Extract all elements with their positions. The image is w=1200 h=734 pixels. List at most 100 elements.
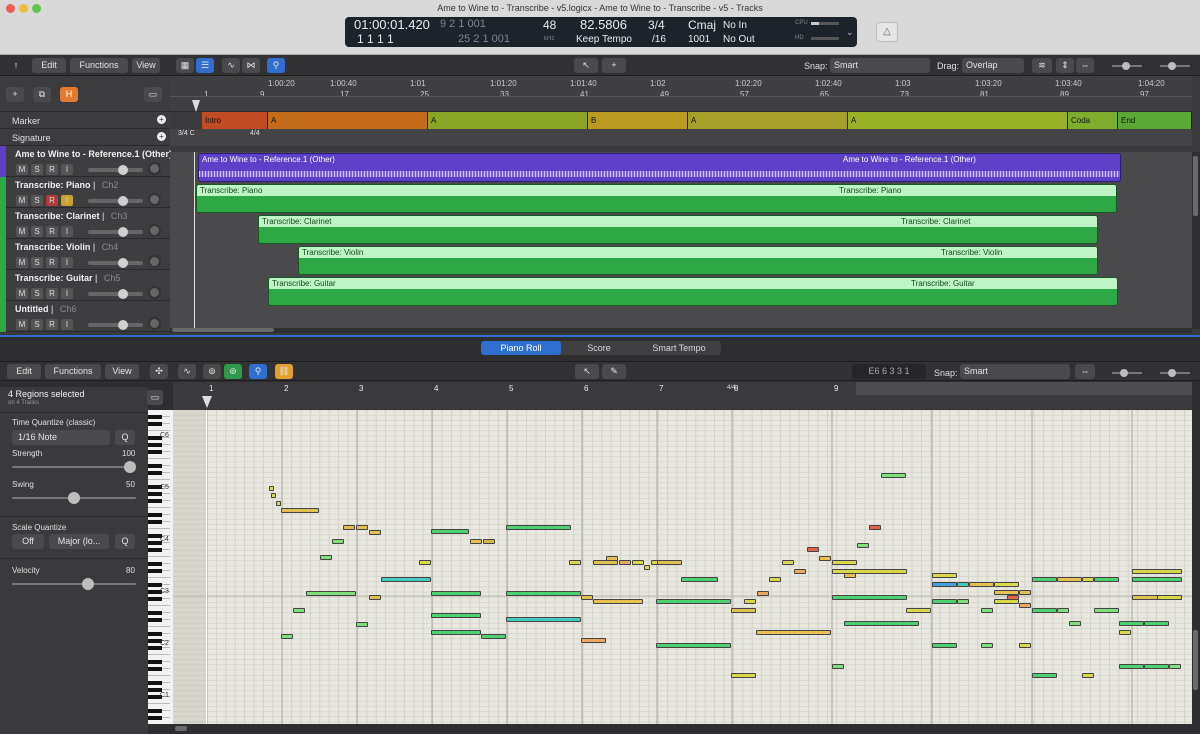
piano-black-key[interactable] (148, 520, 162, 524)
tab-smart-tempo[interactable]: Smart Tempo (637, 341, 721, 355)
pr-snap-select[interactable]: Smart (960, 364, 1070, 379)
edit-menu[interactable]: Edit (32, 58, 66, 73)
midi-note[interactable] (1069, 621, 1081, 626)
midi-note[interactable] (381, 577, 431, 582)
record-enable-button[interactable]: R (46, 257, 58, 268)
midi-note[interactable] (606, 556, 618, 561)
vertical-zoom-slider[interactable] (1112, 62, 1142, 70)
record-enable-button[interactable]: R (46, 319, 58, 330)
signature-marker-34[interactable]: 3/4 C (178, 130, 195, 137)
midi-note[interactable] (769, 577, 781, 582)
region-guitar[interactable]: Transcribe: Guitar Transcribe: Guitar (268, 277, 1118, 306)
marker-region[interactable]: End (1118, 112, 1192, 129)
global-tracks-icon[interactable]: ▭ (144, 87, 162, 102)
pr-horizontal-scrollbar[interactable] (173, 724, 1192, 734)
input-monitor-button[interactable]: I (61, 319, 73, 330)
marquee-tool-icon[interactable]: + (602, 58, 626, 73)
back-arrow-icon[interactable]: ↑ (6, 58, 26, 73)
pan-knob[interactable] (148, 193, 161, 206)
midi-note[interactable] (1144, 621, 1169, 626)
midi-note[interactable] (832, 569, 907, 574)
midi-note[interactable] (957, 599, 969, 604)
add-signature-icon[interactable]: + (157, 132, 166, 141)
midi-note[interactable] (419, 560, 431, 565)
pan-knob[interactable] (148, 317, 161, 330)
horizontal-zoom-slider[interactable] (1160, 62, 1190, 70)
solo-button[interactable]: S (31, 257, 43, 268)
record-enable-button[interactable]: R (46, 195, 58, 206)
pr-vertical-scrollbar[interactable] (1192, 410, 1200, 724)
mute-button[interactable]: M (16, 288, 28, 299)
midi-note[interactable] (569, 560, 581, 565)
track-header[interactable]: Transcribe: Piano | Ch2 M S R I (0, 177, 170, 208)
region-reference[interactable]: Ame to Wine to - Reference.1 (Other) Ame… (198, 153, 1121, 182)
pr-automation-icon[interactable]: ∿ (178, 364, 196, 379)
lcd-display[interactable]: 01:00:01.420 1 1 1 1 9 2 1 001 25 2 1 00… (345, 17, 857, 47)
track-name[interactable]: Ame to Wine to - Reference.1 (Other) (15, 149, 172, 159)
volume-fader[interactable] (88, 165, 143, 175)
midi-note[interactable] (1119, 664, 1144, 669)
piano-black-key[interactable] (148, 471, 162, 475)
scale-quantize-button[interactable]: Q (115, 534, 135, 549)
midi-note[interactable] (656, 643, 731, 648)
mute-button[interactable]: M (16, 257, 28, 268)
midi-note[interactable] (276, 501, 281, 506)
pan-knob[interactable] (148, 162, 161, 175)
piano-black-key[interactable] (148, 443, 162, 447)
chevron-down-icon[interactable]: ⌄ (846, 27, 854, 38)
midi-note[interactable] (356, 622, 368, 627)
midi-note[interactable] (1157, 595, 1182, 600)
track-header[interactable]: Transcribe: Guitar | Ch5 M S R I (0, 270, 170, 301)
tab-piano-roll[interactable]: Piano Roll (481, 341, 561, 355)
input-monitor-button[interactable]: I (61, 226, 73, 237)
metronome-icon[interactable]: △ (876, 22, 898, 42)
time-quantize-button[interactable]: Q (115, 430, 135, 445)
waveform-zoom-icon[interactable]: ≋ (1032, 58, 1052, 73)
midi-note[interactable] (1057, 577, 1082, 582)
volume-fader[interactable] (88, 320, 143, 330)
pan-knob[interactable] (148, 286, 161, 299)
marker-region[interactable]: Coda (1068, 112, 1118, 129)
marker-region[interactable]: A (848, 112, 1068, 129)
marker-region[interactable]: B (588, 112, 688, 129)
lcd-key[interactable]: Cmaj (688, 18, 716, 32)
duplicate-track-icon[interactable]: ⧉ (33, 87, 51, 102)
midi-note[interactable] (369, 595, 381, 600)
midi-note[interactable] (306, 591, 356, 596)
midi-note[interactable] (744, 599, 756, 604)
midi-note[interactable] (981, 643, 993, 648)
drag-select[interactable]: Overlap (962, 58, 1024, 73)
midi-note[interactable] (483, 539, 495, 544)
midi-note[interactable] (431, 630, 481, 635)
pr-bar-ruler[interactable]: 123456789101112 4/4 (173, 382, 1192, 410)
solo-button[interactable]: S (31, 226, 43, 237)
pr-split-icon[interactable]: ✣ (150, 364, 168, 379)
strength-slider[interactable] (12, 461, 136, 473)
record-enable-button[interactable]: R (46, 226, 58, 237)
piano-black-key[interactable] (148, 660, 162, 664)
piano-black-key[interactable] (148, 709, 162, 713)
midi-note[interactable] (581, 638, 606, 643)
track-header[interactable]: Ame to Wine to - Reference.1 (Other) M S R I (0, 146, 172, 177)
list-view-icon[interactable]: ☰ (196, 58, 214, 73)
automation-icon[interactable]: ∿ (222, 58, 240, 73)
mute-button[interactable]: M (16, 319, 28, 330)
midi-note[interactable] (657, 560, 682, 565)
signature-marker-44[interactable]: 4/4 (250, 130, 260, 137)
midi-note[interactable] (619, 560, 631, 565)
view-menu[interactable]: View (132, 58, 160, 73)
swing-slider[interactable] (12, 492, 136, 504)
midi-note[interactable] (1132, 569, 1182, 574)
catch-icon[interactable]: ⚲ (267, 58, 285, 73)
lcd-division[interactable]: /16 (652, 34, 666, 45)
midi-note[interactable] (869, 525, 881, 530)
midi-note[interactable] (431, 529, 469, 534)
midi-note[interactable] (281, 508, 319, 513)
add-track-icon[interactable]: + (6, 87, 24, 102)
marker-region[interactable]: A (428, 112, 588, 129)
midi-note[interactable] (343, 525, 355, 530)
grid-view-icon[interactable]: ▦ (176, 58, 194, 73)
midi-note[interactable] (857, 543, 869, 548)
functions-menu[interactable]: Functions (70, 58, 128, 73)
midi-note[interactable] (757, 591, 769, 596)
